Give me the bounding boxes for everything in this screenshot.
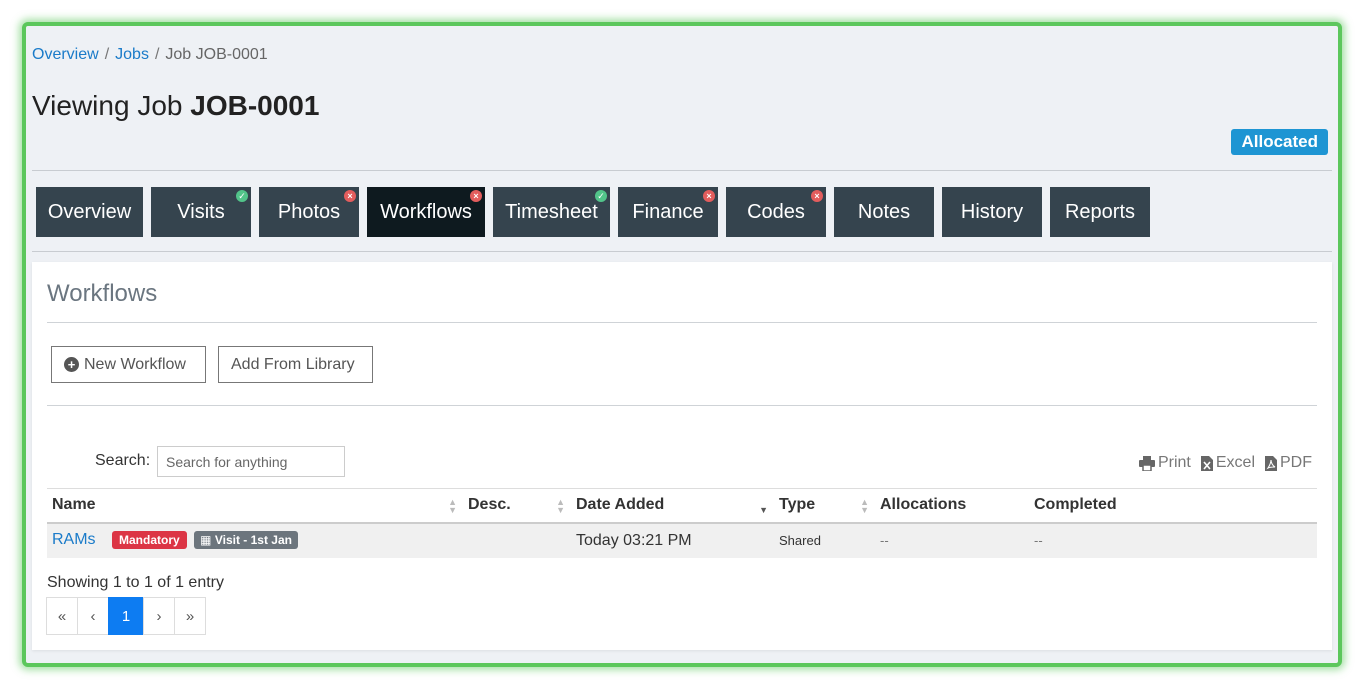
mandatory-badge: Mandatory: [112, 531, 187, 550]
column-header-type[interactable]: Type ▲ ▼: [774, 489, 875, 523]
excel-label: Excel: [1215, 454, 1255, 471]
tab-label: Workflows: [380, 200, 472, 223]
tab-history[interactable]: History: [942, 187, 1042, 237]
print-icon: [1138, 455, 1155, 471]
column-header-desc[interactable]: Desc. ▲ ▼: [463, 489, 571, 523]
cell-date-added: Today 03:21 PM: [576, 531, 692, 549]
workflows-table: Name ▲ ▼ Desc. ▲ ▼ Date Added ▼ Type ▲ ▼ Alloca…: [47, 488, 1317, 558]
tab-label: Overview: [47, 200, 132, 223]
column-header-allocations[interactable]: Allocations: [875, 489, 1029, 523]
page-last-button[interactable]: »: [174, 597, 206, 635]
pdf-file-icon: [1265, 455, 1277, 471]
column-header-name[interactable]: Name ▲ ▼: [47, 489, 463, 523]
check-icon: ✓: [236, 190, 248, 202]
cell-completed: --: [1034, 533, 1043, 548]
tab-finance[interactable]: Finance ×: [618, 187, 718, 237]
cell-allocations: --: [880, 533, 889, 548]
tab-notes[interactable]: Notes: [834, 187, 934, 237]
page-first-button[interactable]: «: [46, 597, 78, 635]
search-input[interactable]: [157, 446, 345, 477]
error-icon: ×: [470, 190, 482, 202]
sort-icon: ▲ ▼: [448, 497, 457, 515]
error-icon: ×: [703, 190, 715, 202]
column-header-completed[interactable]: Completed: [1029, 489, 1317, 523]
tab-label: Notes: [857, 200, 911, 223]
cell-name: RAMs Mandatory ▦ Visit - 1st Jan: [47, 523, 463, 558]
excel-button[interactable]: Excel: [1200, 454, 1255, 472]
cell-desc: [463, 523, 571, 558]
tab-codes[interactable]: Codes ×: [726, 187, 826, 237]
page-title-job: JOB-0001: [190, 90, 320, 121]
column-label: Name: [52, 496, 96, 514]
page-next-button[interactable]: ›: [143, 597, 175, 635]
table-info: Showing 1 to 1 of 1 entry: [47, 574, 224, 591]
workflow-link[interactable]: RAMs: [52, 532, 96, 549]
tab-workflows[interactable]: Workflows ×: [367, 187, 485, 237]
tab-overview[interactable]: Overview: [36, 187, 143, 237]
page-number-button[interactable]: 1: [108, 597, 144, 635]
panel-title: Workflows: [47, 280, 158, 307]
column-header-date-added[interactable]: Date Added ▼: [571, 489, 774, 523]
add-from-library-button[interactable]: Add From Library: [218, 346, 373, 383]
breadcrumb-jobs[interactable]: Jobs: [115, 46, 149, 63]
app-frame: Overview / Jobs / Job JOB-0001 Viewing Job J…: [22, 22, 1342, 667]
export-toolbar: Print Excel PDF: [1138, 454, 1312, 472]
tab-label: Visits: [177, 200, 225, 223]
sort-icon: ▲ ▼: [860, 497, 869, 515]
page-title-prefix: Viewing Job: [32, 90, 183, 121]
sort-icon: ▲ ▼: [556, 497, 565, 515]
check-icon: ✓: [595, 190, 607, 202]
tab-photos[interactable]: Photos ×: [259, 187, 359, 237]
print-button[interactable]: Print: [1138, 454, 1191, 472]
pagination: « ‹ 1 › »: [46, 597, 206, 635]
pdf-label: PDF: [1280, 454, 1312, 471]
column-label: Desc.: [468, 496, 511, 514]
calendar-icon: ▦: [200, 533, 215, 548]
error-icon: ×: [344, 190, 356, 202]
tab-label: History: [960, 200, 1024, 223]
search-label: Search:: [95, 452, 151, 469]
visit-badge-label: Visit - 1st Jan: [214, 533, 292, 548]
error-icon: ×: [811, 190, 823, 202]
table-header-row: Name ▲ ▼ Desc. ▲ ▼ Date Added ▼ Type ▲ ▼ Alloca…: [47, 488, 1317, 523]
print-label: Print: [1157, 454, 1191, 471]
plus-circle-icon: +: [64, 357, 79, 372]
excel-file-icon: [1200, 455, 1213, 471]
page-prev-button[interactable]: ‹: [77, 597, 109, 635]
page-title: Viewing Job JOB-0001: [32, 90, 319, 122]
new-workflow-label: New Workflow: [84, 355, 186, 373]
breadcrumb-separator: /: [154, 46, 160, 63]
workflows-panel: Workflows + New Workflow Add From Librar…: [32, 262, 1332, 650]
tab-timesheet[interactable]: Timesheet ✓: [493, 187, 610, 237]
tab-visits[interactable]: Visits ✓: [151, 187, 251, 237]
visit-badge: ▦ Visit - 1st Jan: [194, 531, 298, 550]
divider: [32, 251, 1332, 252]
pdf-button[interactable]: PDF: [1265, 454, 1312, 472]
column-label: Date Added: [576, 496, 665, 514]
table-row: RAMs Mandatory ▦ Visit - 1st Jan Today 0…: [47, 522, 1317, 558]
divider: [47, 405, 1317, 406]
tab-reports[interactable]: Reports: [1050, 187, 1150, 237]
divider: [32, 170, 1332, 171]
column-label: Completed: [1034, 496, 1117, 514]
tab-label: Photos: [277, 200, 341, 223]
cell-type: Shared: [779, 533, 821, 548]
divider: [47, 322, 1317, 323]
column-label: Allocations: [880, 496, 967, 514]
tab-label: Timesheet: [505, 200, 598, 223]
tab-label: Codes: [747, 200, 805, 223]
tab-label: Reports: [1064, 200, 1136, 223]
status-badge: Allocated: [1231, 129, 1328, 155]
sort-desc-icon: ▼: [759, 505, 768, 515]
breadcrumb-current: Job JOB-0001: [165, 46, 268, 63]
column-label: Type: [779, 496, 816, 514]
breadcrumb-overview[interactable]: Overview: [32, 46, 99, 63]
tab-label: Finance: [632, 200, 704, 223]
breadcrumb-separator: /: [104, 46, 110, 63]
new-workflow-button[interactable]: + New Workflow: [51, 346, 206, 383]
tab-bar: Overview Visits ✓ Photos × Workflows × Time…: [36, 187, 1150, 237]
add-from-library-label: Add From Library: [231, 355, 355, 373]
breadcrumb: Overview / Jobs / Job JOB-0001: [32, 46, 268, 64]
